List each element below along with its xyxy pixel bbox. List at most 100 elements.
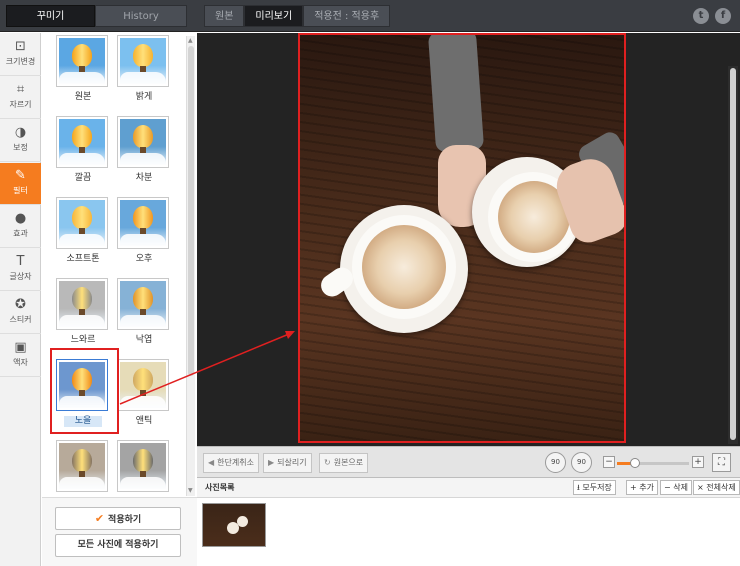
tool-star[interactable]: ✪ 스티커: [0, 292, 41, 334]
filter-thumbnail: [117, 359, 169, 411]
photo-list: 사진목록 ⭳ 모두저장 + 추가 − 삭제 × 전체삭제: [197, 478, 740, 566]
tab-decorate[interactable]: 꾸미기: [6, 5, 95, 27]
balloon-icon: [133, 449, 153, 477]
tool-drop[interactable]: ● 효과: [0, 206, 41, 248]
filter-item[interactable]: 소프트톤: [56, 197, 110, 265]
filter-item[interactable]: [56, 440, 110, 492]
crop-icon: ⌗: [16, 82, 25, 97]
filter-item[interactable]: 앤틱: [117, 359, 171, 427]
filter-thumbnail: [56, 35, 108, 87]
tool-label: 필터: [13, 186, 28, 195]
filter-thumbnail: [117, 35, 169, 87]
undo-icon: ◀: [208, 458, 215, 467]
filter-name: 차분: [135, 173, 153, 183]
tab-original[interactable]: 원본: [204, 5, 245, 27]
add-photo-button[interactable]: + 추가: [626, 480, 658, 495]
filter-scroll-thumb[interactable]: [188, 46, 194, 376]
filter-item[interactable]: 밝게: [117, 35, 171, 103]
apply-all-button[interactable]: 모든 사진에 적용하기: [55, 534, 181, 557]
refresh-icon: ↻: [324, 458, 331, 467]
balloon-icon: [72, 44, 92, 72]
view-tabs: 원본 미리보기 적용전 : 적용후: [204, 5, 391, 27]
tool-text[interactable]: T 글상자: [0, 249, 41, 291]
left-sleeve: [427, 35, 485, 153]
redo-icon: ▶: [268, 458, 275, 467]
filter-item[interactable]: 오후: [117, 197, 171, 265]
undo-button[interactable]: ◀ 한단계취소: [203, 453, 259, 473]
canvas-scroll-thumb[interactable]: [730, 68, 736, 440]
filter-name: 낙엽: [135, 335, 153, 345]
star-icon: ✪: [15, 297, 26, 312]
photo-list-header: 사진목록 ⭳ 모두저장 + 추가 − 삭제 × 전체삭제: [197, 478, 740, 498]
filter-thumbnail: [56, 440, 108, 492]
filter-thumbnail: [117, 116, 169, 168]
check-icon: ✔: [94, 512, 105, 525]
filter-item[interactable]: 느와르: [56, 278, 110, 346]
filter-thumbnail: [56, 197, 108, 249]
filter-item[interactable]: 깔끔: [56, 116, 110, 184]
balloon-icon: [72, 125, 92, 153]
balloon-icon: [72, 287, 92, 315]
tool-contrast[interactable]: ◑ 보정: [0, 120, 41, 162]
filter-name: 소프트톤: [66, 254, 100, 264]
filter-item[interactable]: [117, 440, 171, 492]
tool-crop[interactable]: ⌗ 자르기: [0, 77, 41, 119]
delete-photo-button[interactable]: − 삭제: [660, 480, 692, 495]
preview-photo[interactable]: [298, 33, 626, 443]
apply-label: 적용하기: [108, 515, 142, 525]
filter-item[interactable]: 낙엽: [117, 278, 171, 346]
tool-label: 액자: [13, 358, 28, 367]
expand-icon: ⛶: [718, 457, 725, 468]
redo-label: 되살리기: [277, 458, 307, 467]
filter-thumbnail: [117, 440, 169, 492]
tool-frame[interactable]: ▣ 액자: [0, 335, 41, 377]
filter-scrollbar[interactable]: ▲ ▼: [186, 36, 195, 496]
balloon-icon: [72, 449, 92, 477]
balloon-icon: [72, 206, 92, 234]
balloon-icon: [133, 368, 153, 396]
rotate-right-button[interactable]: 90: [571, 452, 592, 473]
save-all-button[interactable]: ⭳ 모두저장: [573, 480, 616, 495]
tool-label: 스티커: [9, 315, 32, 324]
zoom-handle[interactable]: [630, 458, 640, 468]
thumb-cup-right: [237, 516, 248, 527]
facebook-icon[interactable]: f: [715, 8, 731, 24]
filter-name: 깔끔: [74, 173, 92, 183]
filter-thumbnail: [117, 197, 169, 249]
tab-preview[interactable]: 미리보기: [244, 5, 304, 27]
drop-icon: ●: [14, 211, 27, 226]
tool-label: 크기변경: [5, 57, 36, 66]
tool-label: 보정: [13, 143, 28, 152]
filter-name: 원본: [74, 92, 92, 102]
twitter-icon[interactable]: t: [693, 8, 709, 24]
apply-button[interactable]: ✔ 적용하기: [55, 507, 181, 530]
balloon-icon: [133, 206, 153, 234]
filter-thumbnail: [117, 278, 169, 330]
delete-all-button[interactable]: × 전체삭제: [693, 480, 740, 495]
filter-item[interactable]: 차분: [117, 116, 171, 184]
resize-icon: ⊡: [15, 39, 26, 54]
balloon-icon: [133, 125, 153, 153]
edit-toolbar: ◀ 한단계취소 ▶ 되살리기 ↻ 원본으로 90 90 − + ⛶: [197, 446, 740, 478]
undo-label: 한단계취소: [217, 458, 254, 467]
reset-button[interactable]: ↻ 원본으로: [319, 453, 369, 473]
tab-before-after[interactable]: 적용전 : 적용후: [303, 5, 391, 27]
wand-icon: ✎: [15, 168, 26, 183]
tab-history[interactable]: History: [95, 5, 187, 27]
zoom-in-button[interactable]: +: [692, 456, 704, 468]
fit-screen-button[interactable]: ⛶: [712, 453, 731, 472]
canvas-scrollbar[interactable]: [728, 66, 738, 444]
filter-thumbnail: [56, 278, 108, 330]
tool-label: 효과: [13, 229, 28, 238]
tool-wand[interactable]: ✎ 필터: [0, 163, 41, 205]
rotate-left-button[interactable]: 90: [545, 452, 566, 473]
redo-button[interactable]: ▶ 되살리기: [263, 453, 312, 473]
frame-icon: ▣: [14, 340, 27, 355]
filter-item[interactable]: 원본: [56, 35, 110, 103]
zoom-out-button[interactable]: −: [603, 456, 615, 468]
filter-name: 앤틱: [135, 416, 153, 426]
photo-thumbnail[interactable]: [202, 503, 266, 547]
zoom-slider[interactable]: [617, 458, 689, 468]
tool-resize[interactable]: ⊡ 크기변경: [0, 34, 41, 76]
tool-label: 글상자: [9, 272, 32, 281]
